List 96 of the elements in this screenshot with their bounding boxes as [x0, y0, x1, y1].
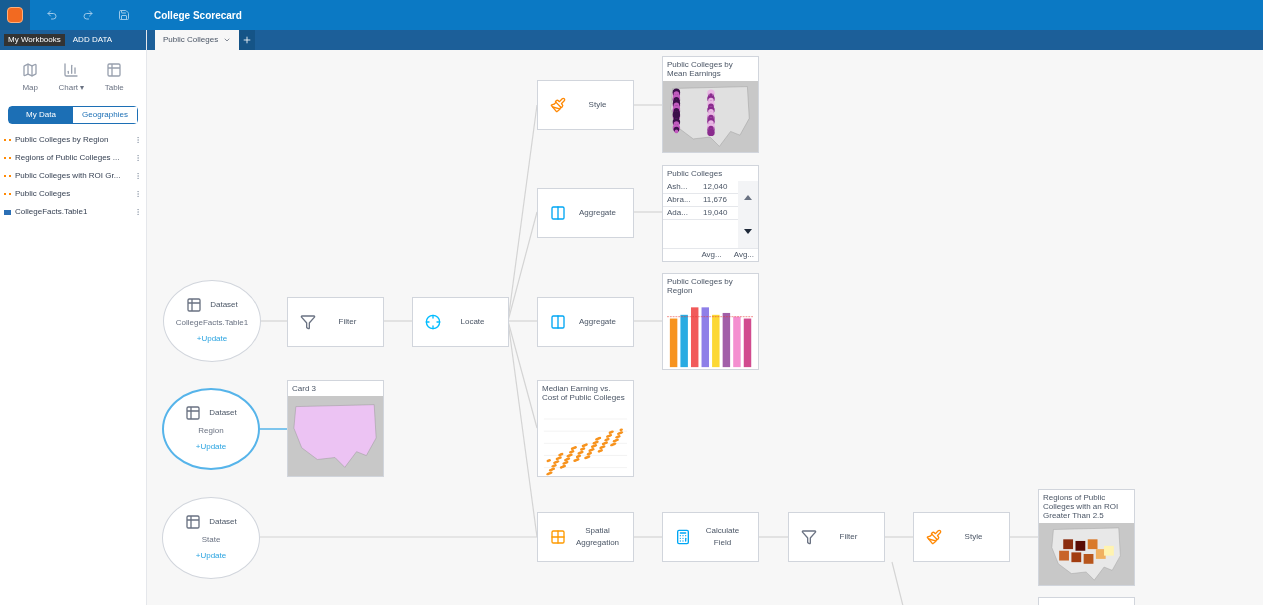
layer-icon — [4, 192, 11, 196]
redo-icon[interactable] — [82, 9, 94, 21]
calculator-icon — [675, 529, 691, 545]
node-label: Style — [963, 531, 984, 543]
create-button[interactable]: Table — [104, 62, 124, 94]
node-label: Dataset — [209, 516, 237, 528]
scroll-up-icon[interactable] — [744, 195, 752, 201]
layer-icon — [4, 156, 11, 160]
node-label: Style — [587, 99, 608, 111]
add-tab-button[interactable] — [239, 30, 255, 50]
tool-node[interactable]: Calculate Field — [662, 512, 759, 562]
dataset-item[interactable]: Public Colleges by Region — [15, 134, 130, 146]
bar-chart-icon — [63, 62, 80, 78]
card-title: Public Colleges by Region — [667, 277, 734, 295]
tool-node[interactable]: Filter — [287, 297, 384, 347]
node-label: Dataset — [209, 407, 237, 419]
node-label: Aggregate — [578, 316, 617, 328]
tool-node[interactable]: Style — [913, 512, 1010, 562]
table-cell-text: Abra... — [667, 194, 692, 206]
node-label: Filter — [337, 316, 358, 328]
funnel-icon — [801, 529, 817, 545]
app-logo-icon — [7, 7, 23, 23]
dataset-name: Region — [198, 425, 224, 437]
crosshair-icon — [425, 314, 441, 330]
card-node[interactable]: Regions of Public Colleges with an ROI Greater Than 2.5 — [1038, 489, 1135, 586]
card-title: Public Colleges by Mean Earnings — [667, 60, 734, 78]
save-icon[interactable] — [118, 9, 130, 21]
data-tab[interactable]: My Data — [9, 107, 73, 123]
dataset-node[interactable]: Dataset State +Update — [162, 497, 260, 579]
table-icon — [106, 62, 123, 78]
more-icon[interactable] — [134, 170, 142, 182]
dataset-item[interactable]: CollegeFacts.Table1 — [15, 206, 130, 218]
table-icon — [4, 209, 11, 215]
table-cell: Avg... — [701, 249, 722, 261]
tool-node[interactable]: Filter — [788, 512, 885, 562]
card-node[interactable]: Median Earning vs. Cost of Public Colleges — [537, 380, 634, 477]
tool-node[interactable]: Aggregate — [537, 188, 634, 238]
add-data-button[interactable]: ADD DATA — [72, 34, 113, 46]
window-title: College Scorecard — [154, 8, 242, 23]
card-title: Regions of Public Colleges with an ROI Greater Than 2.5 — [1043, 493, 1120, 520]
table-cell-text: Ash... — [667, 181, 689, 193]
card-node[interactable]: Card 3 — [287, 380, 384, 477]
table-icon — [186, 297, 203, 313]
more-icon[interactable] — [134, 134, 142, 146]
brush-icon — [926, 529, 942, 545]
columns-icon — [550, 205, 566, 221]
grid-icon — [550, 529, 566, 545]
card-title: Public Colleges — [667, 169, 723, 178]
tool-node[interactable]: Locate — [412, 297, 509, 347]
node-label: Spatial Aggregation — [574, 525, 621, 549]
card-title: Card 3 — [292, 384, 316, 393]
tool-node[interactable]: Aggregate — [537, 297, 634, 347]
map-icon — [22, 62, 39, 78]
connector-line — [259, 428, 288, 430]
caret-icon — [223, 36, 231, 44]
scroll-down-icon[interactable] — [744, 228, 752, 234]
layer-icon — [4, 138, 11, 142]
columns-icon — [550, 314, 566, 330]
dataset-name: State — [201, 534, 221, 546]
dataset-name: CollegeFacts.Table1 — [175, 317, 249, 329]
connector-line — [891, 561, 905, 605]
workbooks-tooltip[interactable]: My Workbooks — [4, 34, 65, 46]
table-icon — [185, 405, 202, 421]
card-node[interactable]: Public Colleges Ash... 12,040 Abra... 11,676 Ada... 19,040 Avg... Avg... — [662, 165, 759, 262]
card-title: Median Earning vs. Cost of Public Colleges — [542, 384, 626, 402]
layer-icon — [4, 174, 11, 178]
dataset-item[interactable]: Public Colleges — [15, 188, 130, 200]
dataset-item[interactable]: Public Colleges with ROI Gr... — [15, 170, 130, 182]
table-cell: 11,676 — [703, 194, 727, 206]
tool-node[interactable]: Style — [537, 80, 634, 130]
page-tab[interactable]: Public Colleges — [155, 30, 239, 50]
more-icon[interactable] — [134, 206, 142, 218]
card-node[interactable]: Public Colleges by Mean Earnings — [662, 56, 759, 153]
more-icon[interactable] — [134, 152, 142, 164]
table-cell: Avg... — [733, 249, 754, 261]
node-label: Locate — [459, 316, 486, 328]
table-cell: 19,040 — [703, 207, 728, 219]
create-button[interactable]: Map — [22, 62, 39, 94]
plus-icon — [242, 35, 252, 45]
undo-icon[interactable] — [46, 9, 58, 21]
node-label: Dataset — [210, 299, 238, 311]
table-icon — [185, 514, 202, 530]
node-label: Aggregate — [578, 207, 617, 219]
node-label: Filter — [838, 531, 859, 543]
table-cell-text: Ada... — [667, 207, 689, 219]
funnel-icon — [300, 314, 316, 330]
create-button[interactable]: Chart ▾ — [58, 62, 85, 94]
card-node[interactable]: Public Colleges by Region — [662, 273, 759, 370]
node-label: Calculate Field — [704, 525, 741, 549]
more-icon[interactable] — [134, 188, 142, 200]
tool-node[interactable]: Spatial Aggregation — [537, 512, 634, 562]
table-cell: 12,040 — [703, 181, 728, 193]
brush-icon — [550, 97, 566, 113]
dataset-node[interactable]: Dataset Region +Update — [162, 388, 260, 470]
dataset-item[interactable]: Regions of Public Colleges ... — [15, 152, 130, 164]
dataset-node[interactable]: Dataset CollegeFacts.Table1 +Update — [163, 280, 261, 362]
